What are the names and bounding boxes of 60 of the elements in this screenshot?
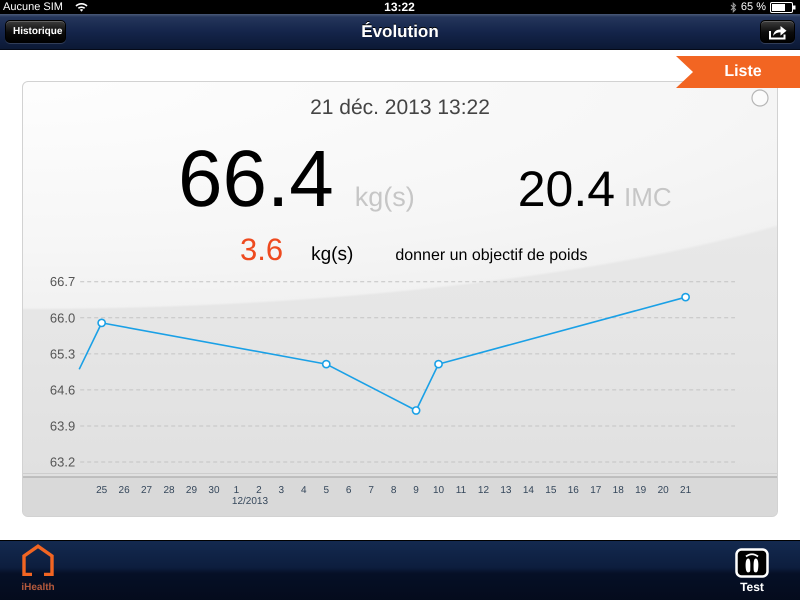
x-axis-label: 27: [141, 485, 152, 496]
carrier-text: Aucune SIM: [3, 0, 63, 14]
set-goal-link[interactable]: donner un objectif de poids: [395, 248, 588, 264]
x-axis-label: 21: [680, 485, 692, 496]
x-axis-label: 4: [301, 485, 307, 496]
x-axis-label: 26: [118, 485, 130, 496]
data-point: [97, 318, 106, 328]
x-axis-label: 14: [522, 485, 534, 496]
x-axis-label: 29: [186, 485, 198, 496]
battery-icon: [770, 2, 796, 12]
wifi-icon: [74, 2, 88, 12]
clock-text: 13:22: [384, 0, 415, 14]
month-label: 12/2013: [232, 496, 268, 507]
back-button[interactable]: Historique: [5, 20, 66, 43]
house-icon: [21, 544, 55, 576]
difference-value: 3.6: [240, 234, 284, 265]
y-axis-label: 66.0: [50, 310, 76, 326]
home-button[interactable]: iHealth: [21, 544, 55, 594]
data-point: [322, 360, 331, 369]
x-axis-label: 17: [590, 485, 602, 496]
x-axis-label: 20: [658, 485, 669, 496]
share-icon: [768, 24, 788, 40]
x-axis-label: 30: [208, 485, 220, 496]
bmi-value: 20.4: [518, 164, 616, 214]
x-axis-label: 18: [612, 485, 624, 496]
x-axis-label: 11: [456, 485, 466, 496]
difference-unit: kg(s): [311, 245, 354, 264]
bluetooth-icon: [730, 2, 737, 12]
y-axis-label: 63.9: [50, 418, 76, 434]
measurement-date: 21 déc. 2013 13:22: [310, 96, 490, 120]
x-axis-label: 28: [163, 485, 175, 496]
data-point: [412, 406, 420, 415]
y-axis-label: 64.6: [50, 382, 76, 398]
y-axis-label: 66.7: [50, 274, 76, 290]
x-axis-label: 12: [478, 485, 490, 496]
test-button[interactable]: Test: [735, 548, 769, 594]
x-axis-label: 9: [413, 485, 419, 496]
x-axis-label: 1: [234, 485, 240, 496]
y-axis-label: 63.2: [50, 454, 76, 470]
scale-icon: [735, 548, 769, 578]
x-axis-label: 6: [346, 485, 352, 496]
weight-value: 66.4: [178, 139, 334, 219]
ring-icon: [751, 89, 769, 107]
x-axis-label: 5: [323, 485, 330, 496]
share-button[interactable]: [760, 20, 795, 43]
x-axis-label: 7: [368, 485, 374, 496]
x-axis-label: 25: [96, 485, 108, 496]
x-axis-label: 13: [500, 485, 512, 496]
x-axis-label: 16: [568, 485, 579, 496]
y-axis-label: 65.3: [50, 346, 76, 362]
x-axis-label: 8: [390, 485, 396, 496]
x-axis-label: 2: [256, 485, 262, 496]
x-axis-label: 15: [545, 485, 556, 496]
x-axis-label: 10: [432, 485, 444, 496]
x-axis-label: 19: [635, 485, 646, 496]
data-point: [434, 360, 443, 369]
screen-title: Évolution: [361, 22, 439, 42]
data-point: [681, 292, 690, 302]
x-axis-label: 3: [278, 485, 284, 496]
battery-percentage: 65 %: [740, 0, 766, 14]
